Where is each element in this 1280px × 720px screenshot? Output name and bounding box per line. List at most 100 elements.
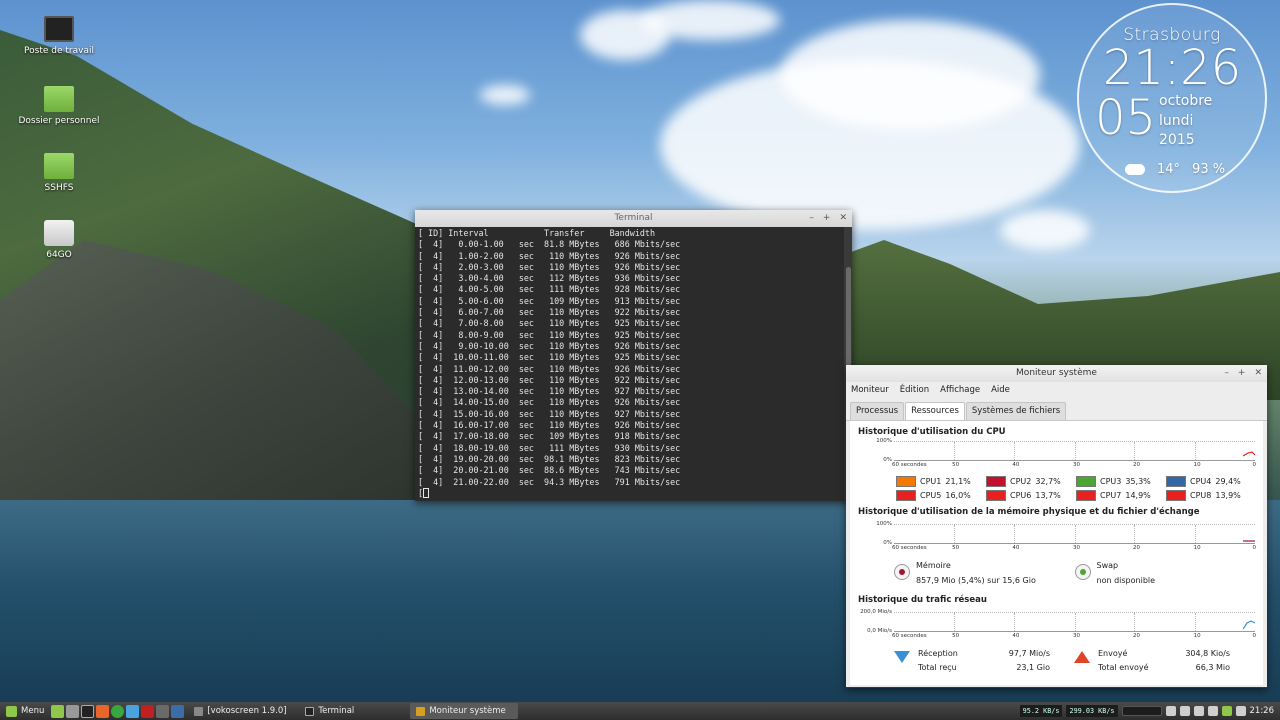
thunderbird-icon[interactable]: [126, 704, 140, 718]
network-send: Envoyé 304,8 Kio/s Total envoyé 66,3 Mio: [1074, 649, 1254, 672]
task-vokoscreen[interactable]: [vokoscreen 1.9.0]: [188, 703, 296, 719]
menu-button[interactable]: Menu: [0, 702, 50, 720]
cpu-color-swatch[interactable]: [1076, 476, 1096, 487]
file-manager-icon[interactable]: [66, 704, 80, 718]
filezilla-icon[interactable]: [141, 704, 155, 718]
rx-label: Réception: [918, 649, 958, 658]
terminal-launcher-icon[interactable]: [81, 704, 95, 718]
cpu-color-swatch[interactable]: [986, 476, 1006, 487]
cpu-legend-item: CPU2 32,7%: [986, 476, 1076, 487]
close-icon[interactable]: ✕: [839, 210, 847, 227]
memory-label: Mémoire: [916, 561, 951, 570]
terminal-icon: [305, 706, 315, 716]
cpu-legend-item: CPU6 13,7%: [986, 490, 1076, 501]
close-icon[interactable]: ✕: [1254, 365, 1262, 382]
wifi-icon[interactable]: [1235, 706, 1246, 716]
cpu-color-swatch[interactable]: [986, 490, 1006, 501]
cpu-label: CPU8: [1190, 491, 1212, 500]
network-icon[interactable]: [1179, 706, 1190, 716]
clock-humidity: 93 %: [1192, 162, 1226, 177]
cpu-value: 13,9%: [1215, 491, 1241, 500]
desktop-icon-home[interactable]: Dossier personnel: [14, 86, 104, 126]
menu-moniteur[interactable]: Moniteur: [851, 385, 889, 396]
rx-value: 97,7 Mio/s: [1008, 649, 1050, 658]
cpu-color-swatch[interactable]: [896, 490, 916, 501]
network-legend: Réception 97,7 Mio/s Total reçu 23,1 Gio…: [894, 649, 1255, 672]
clock-weather: 14° 93 %: [1125, 162, 1225, 177]
terminal-window[interactable]: Terminal – + ✕ [ ID] Interval Transfer B…: [415, 210, 852, 501]
system-monitor-window[interactable]: Moniteur système – + ✕ Moniteur Édition …: [846, 365, 1267, 688]
swap-info: Swap non disponible: [1074, 561, 1256, 585]
task-terminal[interactable]: Terminal: [299, 703, 407, 719]
memory-graph: 100% 0%: [876, 521, 1255, 546]
update-shield-icon[interactable]: [1221, 706, 1232, 716]
menu-affichage[interactable]: Affichage: [940, 385, 980, 396]
terminal-header: [ ID] Interval Transfer Bandwidth: [418, 228, 655, 238]
clock-widget: Strasbourg 21:26 05 octobre lundi 2015 1…: [1077, 3, 1267, 193]
graph-y-min: 0,0 Mio/s: [867, 628, 892, 634]
terminal-line: [ 4] 12.00-13.00 sec 110 MBytes 922 Mbit…: [418, 374, 681, 385]
memory-history-title: Historique d'utilisation de la mémoire p…: [858, 507, 1200, 517]
terminal-line: [ 4] 13.00-14.00 sec 110 MBytes 927 Mbit…: [418, 386, 681, 397]
task-label: Terminal: [318, 706, 355, 716]
network-graph: 200,0 Mio/s 0,0 Mio/s: [860, 609, 1255, 634]
desktop-icon-sshfs[interactable]: SSHFS: [14, 153, 104, 193]
spotify-icon[interactable]: [111, 704, 125, 718]
net-down-speed: 95.2 KB/s: [1019, 705, 1063, 717]
resources-panel: Historique d'utilisation du CPU 100% 0% …: [850, 421, 1263, 685]
cpu-color-swatch[interactable]: [1166, 476, 1186, 487]
volume-icon[interactable]: [1207, 706, 1218, 716]
menu-bar: Moniteur Édition Affichage Aide: [846, 382, 1267, 399]
terminal-line: [ 4] 4.00-5.00 sec 111 MBytes 928 Mbits/…: [418, 284, 681, 295]
desktop-icon-computer[interactable]: Poste de travail: [14, 16, 104, 56]
sysmon-titlebar[interactable]: Moniteur système – + ✕: [846, 365, 1267, 382]
minimize-icon[interactable]: –: [809, 210, 814, 227]
terminal-line: [ 4] 11.00-12.00 sec 110 MBytes 926 Mbit…: [418, 363, 681, 374]
terminal-line: [ 4] 9.00-10.00 sec 110 MBytes 926 Mbits…: [418, 340, 681, 351]
menu-edition[interactable]: Édition: [900, 385, 929, 396]
rx-total-label: Total reçu: [918, 663, 957, 672]
minimize-icon[interactable]: –: [1224, 365, 1229, 382]
cpu-label: CPU6: [1010, 491, 1032, 500]
taskbar: Menu [vokoscreen 1.9.0] Terminal Moniteu…: [0, 702, 1280, 720]
bluetooth-icon[interactable]: [1193, 706, 1204, 716]
terminal-line: [ 4] 1.00-2.00 sec 110 MBytes 926 Mbits/…: [418, 250, 681, 261]
desktop-icon-usb[interactable]: 64GO: [14, 220, 104, 260]
taskbar-clock[interactable]: 21:26: [1250, 706, 1275, 716]
firefox-icon[interactable]: [96, 704, 110, 718]
graph-y-max: 100%: [876, 521, 892, 527]
window-title: Moniteur système: [1016, 368, 1097, 378]
show-desktop-icon[interactable]: [51, 704, 65, 718]
tab-ressources[interactable]: Ressources: [905, 402, 965, 420]
cpu-value: 21,1%: [945, 477, 971, 486]
swap-label: Swap: [1096, 561, 1119, 570]
cpu-legend-item: CPU5 16,0%: [896, 490, 986, 501]
terminal-line: [ 4] 15.00-16.00 sec 110 MBytes 927 Mbit…: [418, 408, 681, 419]
settings-launcher-icon[interactable]: [156, 704, 170, 718]
swap-value: non disponible: [1096, 576, 1156, 585]
window-title: Terminal: [614, 213, 653, 223]
app-launcher-icon[interactable]: [171, 704, 185, 718]
cpu-label: CPU2: [1010, 477, 1032, 486]
cpu-color-swatch[interactable]: [1166, 490, 1186, 501]
tab-processus[interactable]: Processus: [850, 402, 905, 420]
maximize-icon[interactable]: +: [823, 210, 831, 227]
cpu-history-title: Historique d'utilisation du CPU: [858, 427, 1006, 437]
cpu-value: 29,4%: [1215, 477, 1241, 486]
cpu-color-swatch[interactable]: [896, 476, 916, 487]
menu-aide[interactable]: Aide: [991, 385, 1010, 396]
terminal-cursor: [423, 487, 430, 498]
folder-icon: [44, 153, 74, 179]
terminal-line: [ 4] 2.00-3.00 sec 110 MBytes 926 Mbits/…: [418, 261, 681, 272]
terminal-output[interactable]: [ ID] Interval Transfer Bandwidth[ 4] 0.…: [415, 227, 852, 501]
tab-systemes-fichiers[interactable]: Systèmes de fichiers: [965, 402, 1067, 420]
maximize-icon[interactable]: +: [1238, 365, 1246, 382]
cloud-rain-icon: [1125, 164, 1145, 175]
task-system-monitor[interactable]: Moniteur système: [410, 703, 519, 719]
keyboard-icon[interactable]: [1165, 706, 1176, 716]
terminal-line: [ 4] 19.00-20.00 sec 98.1 MBytes 823 Mbi…: [418, 453, 681, 464]
clock-temperature: 14°: [1157, 162, 1181, 177]
graph-y-max: 200,0 Mio/s: [860, 609, 892, 615]
cpu-color-swatch[interactable]: [1076, 490, 1096, 501]
terminal-titlebar[interactable]: Terminal – + ✕: [415, 210, 852, 227]
